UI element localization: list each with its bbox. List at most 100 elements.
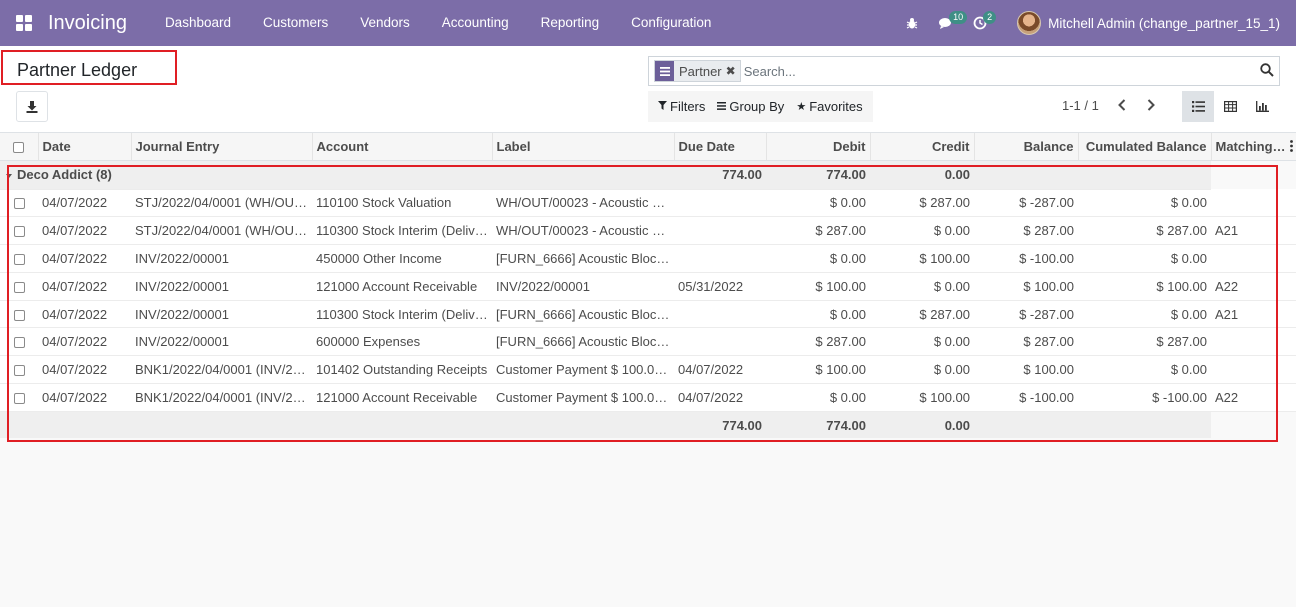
cell-account: 110300 Stock Interim (Delivered) bbox=[312, 216, 492, 246]
search-icon[interactable] bbox=[1260, 63, 1274, 80]
graph-view-icon[interactable] bbox=[1246, 91, 1278, 122]
menu-accounting[interactable]: Accounting bbox=[426, 0, 525, 46]
table-row[interactable]: 04/07/2022STJ/2022/04/0001 (WH/OUT/00023… bbox=[0, 216, 1296, 246]
search-facet-partner[interactable]: Partner ✖ bbox=[654, 60, 741, 82]
cell-cumulated-balance: $ 0.00 bbox=[1078, 300, 1211, 329]
column-header-cumulated-balance[interactable]: Cumulated Balance bbox=[1078, 133, 1212, 161]
star-icon: ★ bbox=[796, 101, 807, 113]
row-checkbox[interactable] bbox=[0, 355, 38, 385]
table-row[interactable]: 04/07/2022 INV/2022/00001 121000 Account R… bbox=[0, 272, 1296, 301]
search-bar: Partner ✖ bbox=[648, 56, 1280, 86]
table-row[interactable]: 04/07/2022 INV/2022/00001 110300 Stock Int… bbox=[0, 300, 1296, 329]
cell-cumulated-balance: $ 0.00 bbox=[1078, 189, 1211, 218]
row-checkbox[interactable] bbox=[0, 327, 38, 357]
row-checkbox[interactable] bbox=[0, 383, 38, 412]
optional-columns-icon[interactable] bbox=[1290, 140, 1293, 155]
select-all-checkbox[interactable] bbox=[0, 133, 39, 161]
pager-value[interactable]: 1-1 / 1 bbox=[1062, 98, 1099, 113]
group-credit: 774.00 bbox=[766, 160, 870, 190]
cell-label: WH/OUT/00023 - Acoustic Bloc Screens bbox=[492, 189, 674, 218]
column-header-balance[interactable]: Balance bbox=[974, 133, 1079, 161]
cell-journal-entry: INV/2022/00001 bbox=[131, 244, 312, 273]
cell-credit: $ 287.00 bbox=[870, 300, 974, 329]
cell-date: 04/07/2022 bbox=[38, 244, 131, 273]
group-row-partner[interactable]: Deco Addict (8) 774.00 774.00 0.00 bbox=[0, 160, 1296, 190]
cell-cumulated-balance: $ -100.00 bbox=[1078, 383, 1211, 412]
cell-debit: $ 100.00 bbox=[766, 355, 870, 385]
cell-debit: $ 100.00 bbox=[766, 272, 870, 301]
row-checkbox[interactable] bbox=[0, 300, 38, 329]
cell-balance: $ 100.00 bbox=[974, 272, 1078, 301]
favorites-label: Favorites bbox=[809, 99, 863, 114]
cell-matching bbox=[1211, 355, 1296, 385]
menu-dashboard[interactable]: Dashboard bbox=[149, 0, 247, 46]
cell-debit: $ 0.00 bbox=[766, 244, 870, 273]
column-header-account[interactable]: Account bbox=[312, 133, 493, 161]
cell-due-date: 04/07/2022 bbox=[674, 383, 766, 412]
cell-debit: $ 0.00 bbox=[766, 189, 870, 218]
cell-credit: $ 0.00 bbox=[870, 327, 974, 357]
column-header-credit[interactable]: Credit bbox=[870, 133, 975, 161]
row-checkbox[interactable] bbox=[0, 216, 38, 246]
menu-configuration[interactable]: Configuration bbox=[615, 0, 727, 46]
pivot-view-icon[interactable] bbox=[1214, 91, 1246, 122]
table-row[interactable]: 04/07/2022STJ/2022/04/0001 (WH/OUT/00023… bbox=[0, 189, 1296, 218]
activities-clock-icon[interactable]: 2 bbox=[963, 0, 997, 46]
cell-account: 450000 Other Income bbox=[312, 244, 492, 273]
table-row[interactable]: 04/07/2022BNK1/2022/04/0001 (INV/2022/00… bbox=[0, 355, 1296, 385]
user-avatar[interactable] bbox=[1017, 11, 1042, 35]
row-checkbox[interactable] bbox=[0, 189, 38, 218]
table-row[interactable]: 04/07/2022 INV/2022/00001 450000 Other Inc… bbox=[0, 244, 1296, 273]
messages-icon[interactable]: 10 bbox=[929, 0, 968, 46]
cell-label: INV/2022/00001 bbox=[492, 272, 674, 301]
filter-funnel-icon bbox=[658, 100, 667, 113]
search-input[interactable] bbox=[743, 63, 1244, 79]
page-title: Partner Ledger bbox=[1, 50, 177, 85]
facet-remove-icon[interactable]: ✖ bbox=[726, 64, 740, 78]
column-header-journal-entry[interactable]: Journal Entry bbox=[131, 133, 313, 161]
group-by-dropdown[interactable]: Group By bbox=[711, 91, 790, 122]
cell-matching: A22 bbox=[1211, 383, 1296, 412]
download-button[interactable] bbox=[16, 91, 48, 122]
cell-journal-entry: STJ/2022/04/0001 (WH/OUT/00023) bbox=[131, 216, 312, 246]
table-row[interactable]: 04/07/2022 INV/2022/00001 600000 Expenses[… bbox=[0, 327, 1296, 357]
cell-cumulated-balance: $ 287.00 bbox=[1078, 216, 1211, 246]
cell-account: 110100 Stock Valuation bbox=[312, 189, 492, 218]
cell-due-date: 05/31/2022 bbox=[674, 272, 766, 301]
column-header-debit[interactable]: Debit bbox=[766, 133, 871, 161]
download-icon bbox=[26, 100, 38, 113]
cell-debit: $ 287.00 bbox=[766, 327, 870, 357]
apps-menu-icon[interactable] bbox=[0, 0, 48, 46]
cell-matching bbox=[1211, 327, 1296, 357]
cell-due-date bbox=[674, 244, 766, 273]
table-row[interactable]: 04/07/2022BNK1/2022/04/0001 (INV/2022/00… bbox=[0, 383, 1296, 412]
column-header-label[interactable]: Label bbox=[492, 133, 675, 161]
cell-date: 04/07/2022 bbox=[38, 300, 131, 329]
cell-balance: $ -287.00 bbox=[974, 189, 1078, 218]
debug-bug-icon[interactable] bbox=[895, 0, 929, 46]
menu-customers[interactable]: Customers bbox=[247, 0, 344, 46]
cell-matching: A22 bbox=[1211, 272, 1296, 301]
row-checkbox[interactable] bbox=[0, 244, 38, 273]
cell-due-date bbox=[674, 327, 766, 357]
cell-credit: $ 0.00 bbox=[870, 216, 974, 246]
menu-reporting[interactable]: Reporting bbox=[525, 0, 616, 46]
row-checkbox[interactable] bbox=[0, 272, 38, 301]
filters-dropdown[interactable]: Filters bbox=[652, 91, 711, 122]
pager-next-icon[interactable] bbox=[1146, 98, 1156, 116]
column-header-matching[interactable]: Matching… bbox=[1211, 133, 1296, 161]
pager-previous-icon[interactable] bbox=[1117, 98, 1127, 116]
list-view-icon[interactable] bbox=[1182, 91, 1214, 122]
column-header-date[interactable]: Date bbox=[38, 133, 132, 161]
menu-vendors[interactable]: Vendors bbox=[344, 0, 426, 46]
favorites-dropdown[interactable]: ★ Favorites bbox=[790, 91, 868, 122]
cell-date: 04/07/2022 bbox=[38, 216, 131, 246]
column-header-due-date[interactable]: Due Date bbox=[674, 133, 767, 161]
user-menu[interactable]: Mitchell Admin (change_partner_15_1) bbox=[1048, 16, 1280, 31]
cell-debit: $ 287.00 bbox=[766, 216, 870, 246]
cell-date: 04/07/2022 bbox=[38, 189, 131, 218]
cell-balance: $ 100.00 bbox=[974, 355, 1078, 385]
app-brand[interactable]: Invoicing bbox=[48, 12, 127, 35]
cell-cumulated-balance: $ 0.00 bbox=[1078, 355, 1211, 385]
cell-balance: $ 287.00 bbox=[974, 327, 1078, 357]
